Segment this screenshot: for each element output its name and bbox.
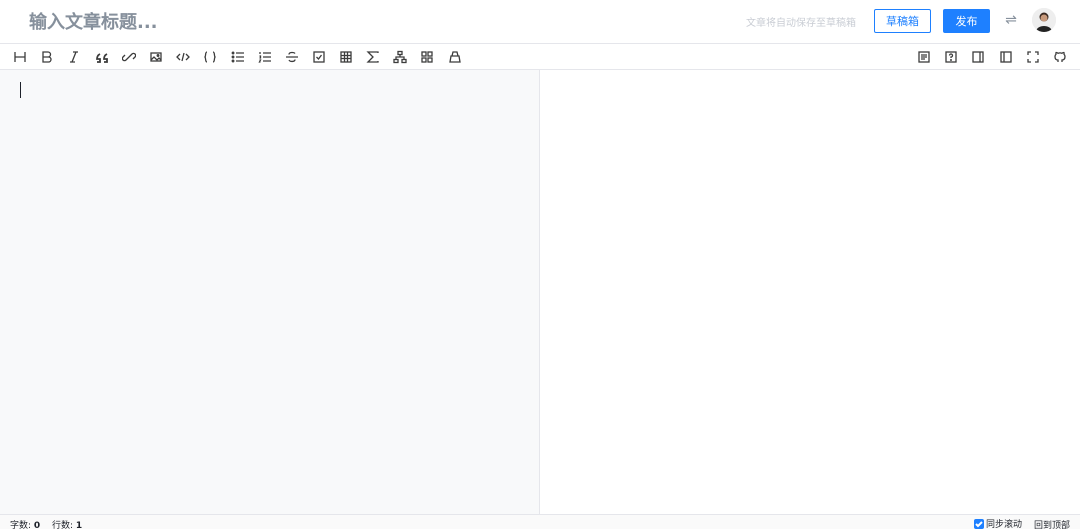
line-count: 行数: 1 bbox=[52, 518, 82, 531]
switch-editor-icon[interactable]: ⇌ bbox=[1003, 10, 1019, 30]
sync-scroll-toggle[interactable]: 同步滚动 bbox=[974, 517, 1022, 530]
text-cursor bbox=[20, 82, 21, 98]
word-count-value: 0 bbox=[33, 521, 41, 531]
sync-scroll-checkbox[interactable] bbox=[974, 518, 984, 529]
bold-icon[interactable] bbox=[38, 48, 56, 66]
strikethrough-icon[interactable] bbox=[283, 48, 301, 66]
help-icon[interactable] bbox=[942, 48, 960, 66]
github-icon[interactable] bbox=[1051, 48, 1069, 66]
write-only-icon[interactable] bbox=[997, 48, 1015, 66]
publish-button[interactable]: 发布 bbox=[943, 9, 990, 33]
markdown-preview-pane bbox=[541, 70, 1080, 514]
heading-icon[interactable] bbox=[11, 48, 29, 66]
clear-icon[interactable] bbox=[446, 48, 464, 66]
sync-scroll-label: 同步滚动 bbox=[986, 520, 1023, 530]
task-list-icon[interactable] bbox=[310, 48, 328, 66]
markdown-editor-pane[interactable] bbox=[0, 70, 540, 514]
back-to-top-button[interactable]: 回到顶部 bbox=[1034, 518, 1070, 531]
draft-box-button[interactable]: 草稿箱 bbox=[874, 9, 931, 33]
article-title-input[interactable] bbox=[29, 8, 629, 36]
table-icon[interactable] bbox=[337, 48, 355, 66]
preview-only-icon[interactable] bbox=[969, 48, 987, 66]
line-count-label: 行数: bbox=[52, 521, 74, 531]
inline-code-icon[interactable] bbox=[174, 48, 192, 66]
word-count-label: 字数: bbox=[10, 521, 32, 531]
quote-icon[interactable] bbox=[93, 48, 111, 66]
formula-icon[interactable] bbox=[364, 48, 382, 66]
unordered-list-icon[interactable] bbox=[229, 48, 247, 66]
theme-icon[interactable] bbox=[418, 48, 436, 66]
status-bar: 字数: 0 行数: 1 同步滚动 回到顶部 bbox=[0, 514, 1080, 531]
ordered-list-icon[interactable] bbox=[256, 48, 274, 66]
editor-header: 文章将自动保存至草稿箱 草稿箱 发布 ⇌ bbox=[0, 0, 1080, 44]
fullscreen-icon[interactable] bbox=[1024, 48, 1042, 66]
image-icon[interactable] bbox=[147, 48, 165, 66]
word-count: 字数: 0 bbox=[10, 518, 40, 531]
italic-icon[interactable] bbox=[65, 48, 83, 66]
link-icon[interactable] bbox=[120, 48, 138, 66]
toc-icon[interactable] bbox=[915, 48, 933, 66]
markdown-toolbar bbox=[0, 44, 1080, 70]
diagram-icon[interactable] bbox=[391, 48, 409, 66]
autosave-hint: 文章将自动保存至草稿箱 bbox=[746, 18, 856, 29]
line-count-value: 1 bbox=[75, 521, 83, 531]
avatar[interactable] bbox=[1032, 8, 1056, 32]
code-block-icon[interactable] bbox=[201, 48, 219, 66]
